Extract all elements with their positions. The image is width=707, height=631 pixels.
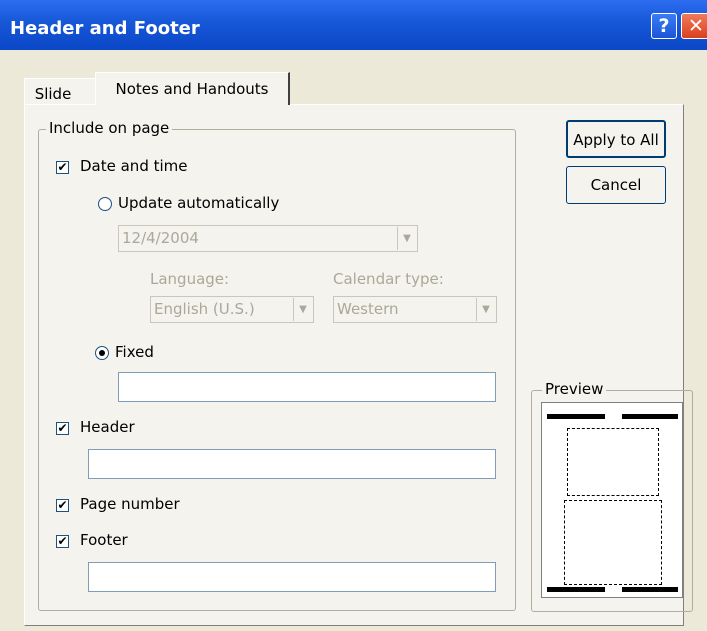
tab-notes-and-handouts[interactable]: Notes and Handouts [95, 72, 290, 105]
preview-footer-right [622, 587, 678, 592]
header-checkbox[interactable]: ✔ [56, 422, 69, 435]
update-automatically-label: Update automatically [118, 194, 280, 212]
tab-slide[interactable]: Slide [24, 78, 106, 105]
preview-slide-area [567, 428, 659, 496]
footer-label: Footer [80, 531, 128, 549]
fixed-label: Fixed [115, 343, 154, 361]
close-icon[interactable]: ✕ [681, 13, 707, 39]
preview-footer-left [547, 587, 605, 592]
preview-header-left [547, 414, 605, 419]
date-and-time-label: Date and time [80, 157, 188, 175]
radio-selected-dot [99, 350, 105, 356]
chevron-down-icon: ▼ [397, 227, 416, 250]
cancel-button[interactable]: Cancel [566, 166, 666, 204]
language-dropdown[interactable]: English (U.S.) ▼ [150, 296, 314, 323]
preview-legend: Preview [542, 380, 607, 398]
help-icon[interactable]: ? [651, 13, 677, 39]
page-number-checkbox[interactable]: ✔ [56, 499, 69, 512]
chevron-down-icon: ▼ [476, 298, 495, 321]
footer-checkbox[interactable]: ✔ [56, 535, 69, 548]
title-bar: Header and Footer ? ✕ [0, 0, 707, 50]
header-label: Header [80, 418, 135, 436]
calendar-type-value: Western [337, 300, 399, 318]
preview-page-thumbnail [541, 402, 683, 598]
window-title: Header and Footer [10, 18, 200, 39]
calendar-type-label: Calendar type: [333, 270, 444, 288]
fixed-radio[interactable] [95, 346, 109, 360]
update-automatically-radio[interactable] [98, 197, 112, 211]
tab-notes-label: Notes and Handouts [115, 80, 269, 98]
calendar-type-dropdown[interactable]: Western ▼ [333, 296, 497, 323]
date-and-time-checkbox[interactable]: ✔ [56, 161, 69, 174]
tab-slide-label: Slide [34, 85, 72, 103]
chevron-down-icon: ▼ [293, 298, 312, 321]
language-label: Language: [150, 270, 230, 288]
date-format-value: 12/4/2004 [122, 229, 199, 247]
fixed-date-input[interactable] [118, 372, 496, 402]
apply-to-all-button[interactable]: Apply to All [566, 120, 666, 158]
language-value: English (U.S.) [154, 300, 255, 318]
date-format-dropdown[interactable]: 12/4/2004 ▼ [118, 225, 418, 252]
include-on-page-legend: Include on page [46, 119, 173, 137]
header-input[interactable] [88, 449, 496, 479]
preview-notes-area [564, 500, 662, 585]
page-number-label: Page number [80, 495, 180, 513]
footer-input[interactable] [88, 562, 496, 592]
preview-header-right [622, 414, 678, 419]
